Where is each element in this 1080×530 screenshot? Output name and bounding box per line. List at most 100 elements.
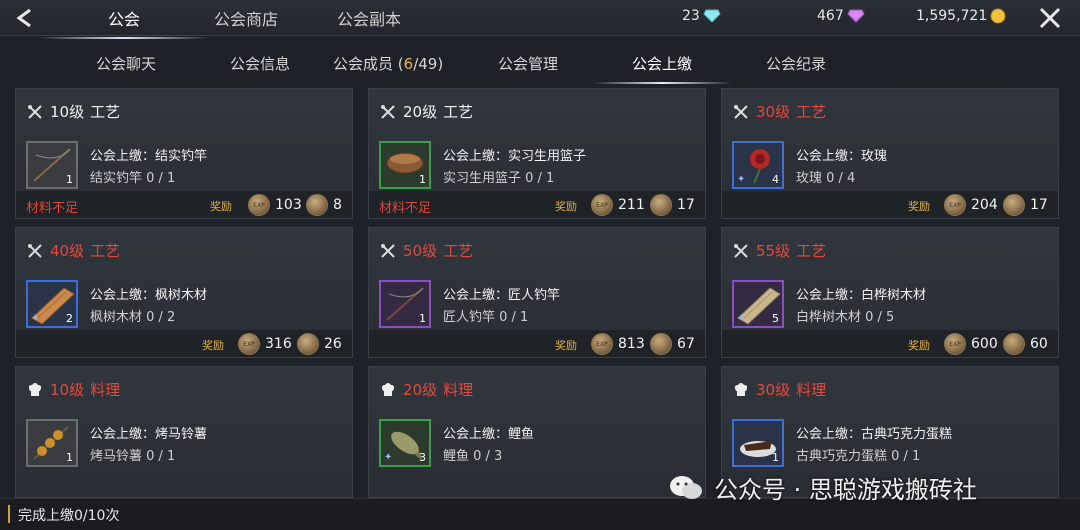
- card-category: 料理: [90, 381, 121, 399]
- contribution-card[interactable]: 55级 工艺 ✦ 5 公会上缴：白桦树木材 白桦树木材 0 / 5 奖励 EXP…: [721, 227, 1059, 358]
- item-slot[interactable]: 1: [379, 280, 431, 328]
- item-slot[interactable]: 1: [26, 141, 78, 189]
- crafting-tools-icon: [381, 104, 395, 119]
- members-label: 公会成员: [333, 55, 394, 73]
- card-title: 公会上缴：枫树木材: [90, 288, 208, 303]
- guild-coin-icon: [1003, 194, 1025, 216]
- card-level: 30级: [756, 381, 791, 399]
- item-slot[interactable]: 1: [26, 419, 78, 467]
- guild-coin-icon: [297, 333, 319, 355]
- reward-coin: 17: [1003, 194, 1048, 216]
- contribution-card[interactable]: 10级 料理 1 公会上缴：烤马铃薯 烤马铃薯 0 / 1: [15, 366, 353, 498]
- guild-coin-icon: [650, 194, 672, 216]
- card-progress: 鲤鱼 0 / 3: [443, 449, 503, 464]
- contribution-card[interactable]: 50级 工艺 1 公会上缴：匠人钓竿 匠人钓竿 0 / 1 奖励 EXP 813 …: [368, 227, 706, 358]
- card-category: 工艺: [796, 242, 827, 260]
- item-grade-icon: ✦: [384, 452, 393, 463]
- tab-guild-shop[interactable]: 公会商店: [214, 6, 278, 30]
- contribution-card[interactable]: 30级 工艺 ✦ 4 公会上缴：玫瑰 玫瑰 0 / 4 奖励 EXP 204 17: [721, 88, 1059, 219]
- card-footer: 材料不足 奖励 EXP 103 8: [16, 191, 352, 218]
- item-slot[interactable]: ✦ 4: [732, 141, 784, 189]
- card-title: 公会上缴：结实钓竿: [90, 149, 208, 164]
- card-progress: 古典巧克力蛋糕 0 / 1: [796, 449, 921, 464]
- tab-guild-info[interactable]: 公会信息: [230, 53, 290, 74]
- reward-coin-value: 8: [333, 197, 342, 213]
- reward-exp: EXP 600: [944, 333, 998, 355]
- tab-guild-records[interactable]: 公会纪录: [766, 53, 826, 74]
- item-slot[interactable]: 1: [379, 141, 431, 189]
- sub-tab-bar: 公会聊天 公会信息 公会成员 (6/49) 公会管理 公会上缴 公会纪录: [0, 37, 1080, 85]
- card-title: 公会上缴：白桦树木材: [796, 288, 927, 303]
- tab-guild-contribute[interactable]: 公会上缴: [591, 53, 733, 84]
- contribution-card[interactable]: 20级 工艺 1 公会上缴：实习生用篮子 实习生用篮子 0 / 1 材料不足 奖…: [368, 88, 706, 219]
- currency-cyan-value: 23: [682, 8, 700, 24]
- card-progress: 烤马铃薯 0 / 1: [90, 449, 176, 464]
- reward-exp: EXP 316: [238, 333, 292, 355]
- tab-guild-manage[interactable]: 公会管理: [498, 53, 558, 74]
- item-quantity: 1: [66, 173, 73, 186]
- contribution-card[interactable]: 10级 工艺 1 公会上缴：结实钓竿 结实钓竿 0 / 1 材料不足 奖励 EX…: [15, 88, 353, 219]
- tab-guild-chat[interactable]: 公会聊天: [96, 53, 156, 74]
- exp-coin-icon: EXP: [238, 333, 260, 355]
- card-header: 20级 工艺: [379, 101, 473, 122]
- tab-guild-dungeon[interactable]: 公会副本: [337, 6, 401, 30]
- card-level: 10级: [50, 381, 85, 399]
- reward-exp-value: 204: [971, 197, 998, 213]
- reward-coin-value: 17: [677, 197, 695, 213]
- reward-exp: EXP 103: [248, 194, 302, 216]
- reward-label: 奖励: [908, 200, 930, 213]
- item-quantity: 3: [419, 451, 426, 464]
- chef-hat-icon: [381, 382, 395, 396]
- card-title: 公会上缴：玫瑰: [796, 149, 888, 164]
- back-arrow-icon[interactable]: [10, 4, 40, 32]
- item-quantity: 1: [419, 312, 426, 325]
- card-header: 30级 工艺: [732, 101, 826, 122]
- reward-coin-value: 60: [1030, 336, 1048, 352]
- card-footer: 材料不足 奖励 EXP 211 17: [369, 191, 705, 218]
- card-level: 50级: [403, 242, 438, 260]
- item-slot[interactable]: ✦ 5: [732, 280, 784, 328]
- reward-exp: EXP 211: [591, 194, 645, 216]
- card-progress: 匠人钓竿 0 / 1: [443, 310, 529, 325]
- crafting-tools-icon: [734, 243, 748, 258]
- members-current: 6: [403, 55, 414, 73]
- reward-coin: 67: [650, 333, 695, 355]
- reward-exp-value: 600: [971, 336, 998, 352]
- item-slot[interactable]: 1: [732, 419, 784, 467]
- card-header: 30级 料理: [732, 379, 826, 400]
- card-progress: 结实钓竿 0 / 1: [90, 171, 176, 186]
- exp-coin-icon: EXP: [591, 194, 613, 216]
- card-category: 料理: [796, 381, 827, 399]
- reward-exp-value: 103: [275, 197, 302, 213]
- diamond-purple-icon: [847, 9, 865, 23]
- currency-purple-gem: 467: [817, 8, 865, 24]
- reward-exp: EXP 204: [944, 194, 998, 216]
- card-title: 公会上缴：实习生用篮子: [443, 149, 587, 164]
- reward-label: 奖励: [555, 339, 577, 352]
- tab-guild-members[interactable]: 公会成员 (6/49): [333, 53, 443, 74]
- item-slot[interactable]: ✦ 3: [379, 419, 431, 467]
- reward-coin-value: 67: [677, 336, 695, 352]
- card-category: 工艺: [443, 242, 474, 260]
- reward-coin-value: 26: [324, 336, 342, 352]
- card-level: 10级: [50, 103, 85, 121]
- reward-label: 奖励: [908, 339, 930, 352]
- reward-coin: 8: [306, 194, 342, 216]
- members-open: (: [393, 55, 404, 73]
- card-footer: 奖励 EXP 600 60: [722, 330, 1058, 357]
- close-icon[interactable]: [1036, 4, 1064, 32]
- item-slot[interactable]: ✦ 2: [26, 280, 78, 328]
- card-progress: 枫树木材 0 / 2: [90, 310, 176, 325]
- reward-coin: 26: [297, 333, 342, 355]
- reward-label: 奖励: [555, 200, 577, 213]
- card-title: 公会上缴：古典巧克力蛋糕: [796, 427, 953, 442]
- top-bar: 公会 公会商店 公会副本 23 467 1,595,721: [0, 0, 1080, 39]
- tab-guild[interactable]: 公会: [37, 6, 211, 39]
- exp-coin-icon: EXP: [248, 194, 270, 216]
- contribution-card[interactable]: 20级 料理 ✦ 3 公会上缴：鲤鱼 鲤鱼 0 / 3: [368, 366, 706, 498]
- guild-coin-icon: [1003, 333, 1025, 355]
- contribution-card[interactable]: 40级 工艺 ✦ 2 公会上缴：枫树木材 枫树木材 0 / 2 奖励 EXP 31…: [15, 227, 353, 358]
- chef-hat-icon: [28, 382, 42, 396]
- insufficient-status: 材料不足: [379, 201, 432, 216]
- reward-exp-value: 813: [618, 336, 645, 352]
